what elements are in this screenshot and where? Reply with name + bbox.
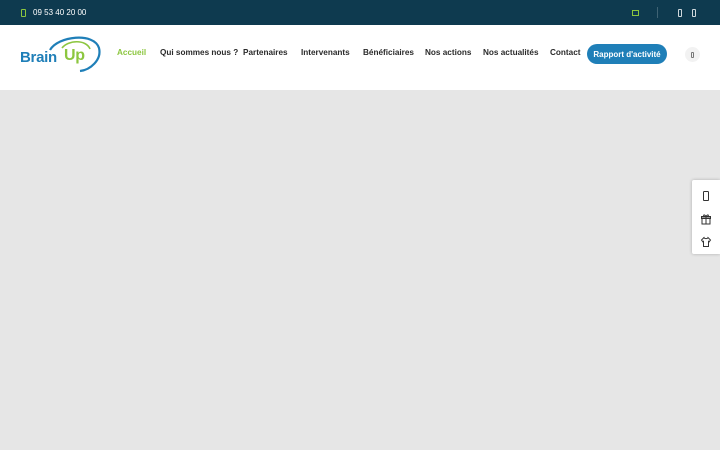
hero-area <box>0 90 720 450</box>
nav-item-partenaires[interactable]: Partenaires <box>243 48 288 57</box>
nav-item-intervenants[interactable]: Intervenants <box>301 48 350 57</box>
linkedin-icon[interactable] <box>692 8 696 17</box>
top-bar-right <box>632 0 696 25</box>
nav-item-contact[interactable]: Contact <box>550 48 580 57</box>
side-panel <box>692 180 720 254</box>
search-icon <box>691 52 694 58</box>
divider <box>657 7 658 18</box>
rapport-activite-button[interactable]: Rapport d'activité <box>587 44 667 64</box>
nav-item-accueil[interactable]: Accueil <box>117 48 146 57</box>
phone-number[interactable]: 09 53 40 20 00 <box>33 8 86 17</box>
search-button[interactable] <box>685 47 700 62</box>
gift-icon[interactable] <box>700 213 712 225</box>
nav-item-nos-actualites[interactable]: Nos actualités <box>483 48 539 57</box>
header: Brain Up Accueil Qui sommes nous ? Parte… <box>0 25 720 90</box>
nav-item-beneficiaires[interactable]: Bénéficiaires <box>363 48 414 57</box>
top-bar: 09 53 40 20 00 <box>0 0 720 25</box>
nav-item-qui-sommes-nous[interactable]: Qui sommes nous ? <box>160 48 238 57</box>
facebook-icon[interactable] <box>678 8 682 17</box>
mobile-icon[interactable] <box>700 190 712 202</box>
phone-icon <box>21 8 26 17</box>
phone-contact[interactable]: 09 53 40 20 00 <box>21 0 86 25</box>
flag-icon[interactable] <box>632 9 639 16</box>
shirt-icon[interactable] <box>700 236 712 248</box>
main-nav: Accueil Qui sommes nous ? Partenaires In… <box>0 25 720 82</box>
nav-item-nos-actions[interactable]: Nos actions <box>425 48 471 57</box>
